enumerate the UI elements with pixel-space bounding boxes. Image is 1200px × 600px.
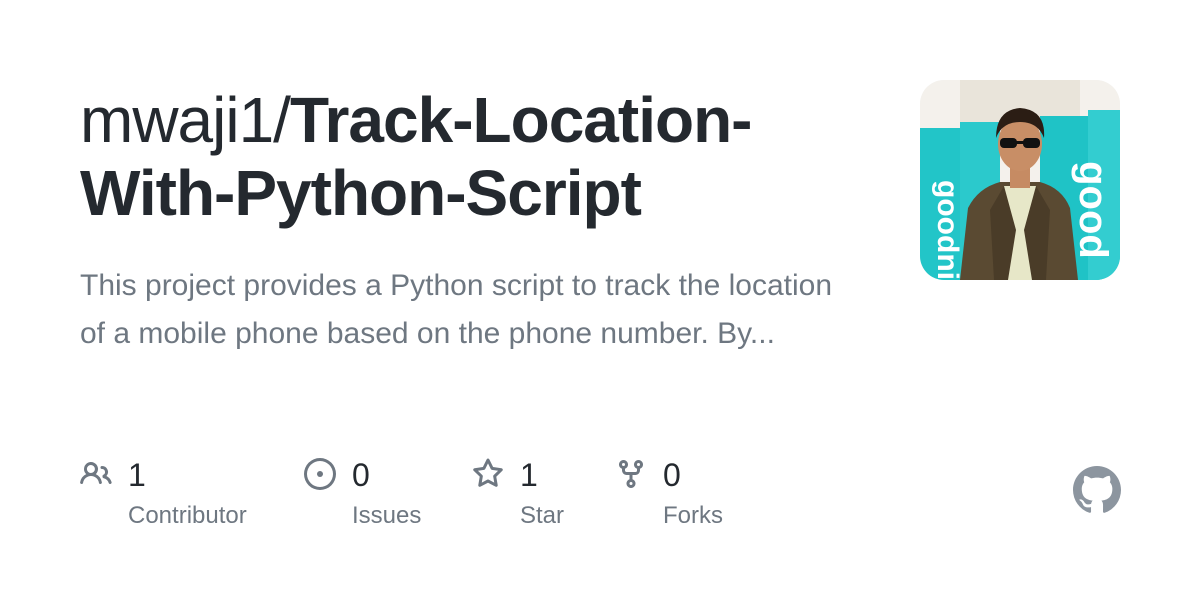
stars-count: 1: [520, 457, 538, 493]
star-icon: [473, 458, 503, 487]
repo-forked-icon: [619, 460, 643, 489]
issues-count: 0: [352, 457, 370, 493]
repo-title[interactable]: mwaji1/Track-Location-With-Python-Script: [80, 84, 880, 230]
stat-stars[interactable]: 1 Star: [472, 452, 602, 542]
stars-label: Star: [520, 502, 565, 529]
repo-owner[interactable]: mwaji1/: [80, 84, 291, 156]
stat-issues[interactable]: 0 Issues: [304, 452, 454, 542]
stat-contributors[interactable]: 1 Contributor: [80, 452, 280, 542]
issue-opened-icon: [304, 458, 336, 490]
forks-label: Forks: [663, 502, 723, 529]
avatar-photo-icon: goodni good: [920, 80, 1120, 280]
stat-forks[interactable]: 0 Forks: [615, 452, 755, 542]
repo-social-card: mwaji1/Track-Location-With-Python-Script…: [0, 0, 1200, 600]
owner-avatar[interactable]: goodni good: [920, 80, 1120, 280]
github-mark-icon[interactable]: [1073, 466, 1121, 514]
issues-label: Issues: [352, 502, 422, 529]
svg-text:goodni: goodni: [931, 180, 964, 280]
people-icon: [80, 461, 112, 485]
contributors-label: Contributor: [128, 502, 247, 529]
repo-description: This project provides a Python script to…: [80, 269, 833, 350]
contributors-count: 1: [128, 457, 146, 493]
forks-count: 0: [663, 457, 681, 493]
svg-text:good: good: [1071, 161, 1115, 259]
